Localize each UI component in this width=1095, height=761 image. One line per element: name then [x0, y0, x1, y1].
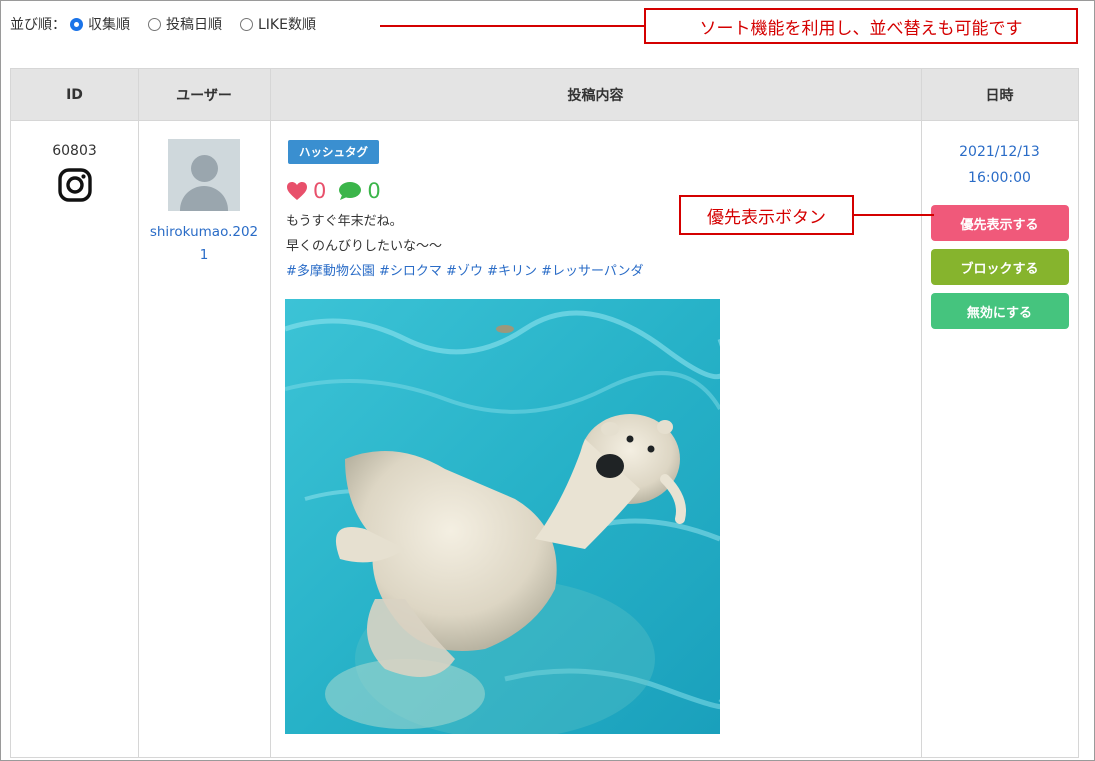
sort-bar: 並び順： 収集順 投稿日順 LIKE数順 [10, 12, 334, 36]
cell-user: shirokumao.2021 [138, 121, 270, 267]
sort-option-post-date[interactable]: 投稿日順 [148, 14, 222, 34]
sort-label: 並び順： [10, 17, 66, 33]
cell-id: 60803 [11, 121, 138, 203]
instagram-icon [57, 168, 92, 202]
comment-icon [339, 182, 362, 200]
priority-callout: 優先表示ボタン [679, 195, 854, 235]
post-hashtags[interactable]: #多摩動物公園 #シロクマ #ゾウ #キリン #レッサーパンダ [286, 259, 644, 284]
sort-option-label: LIKE数順 [258, 17, 316, 33]
sort-option-collected[interactable]: 収集順 [70, 14, 130, 34]
cell-datetime: 2021/12/13 16:00:00 優先表示する ブロックする 無効にする [921, 121, 1078, 329]
header-datetime: 日時 [985, 88, 1014, 104]
table-header: ID ユーザー 投稿内容 日時 [11, 69, 1078, 121]
post-table: ID ユーザー 投稿内容 日時 60803 shirokumao.2021 ハッ… [10, 68, 1079, 758]
header-user: ユーザー [176, 88, 232, 104]
priority-callout-line [854, 214, 934, 216]
sort-callout: ソート機能を利用し、並べ替えも可能です [644, 8, 1078, 44]
post-text-line: 早くのんびりしたいな〜〜 [286, 239, 443, 254]
sort-option-like-count[interactable]: LIKE数順 [240, 14, 316, 34]
avatar[interactable] [168, 139, 240, 211]
polar-bear-swimming-photo[interactable] [285, 299, 720, 734]
post-date: 2021/12/13 [959, 144, 1040, 160]
header-post-content: 投稿内容 [567, 88, 624, 104]
disable-button[interactable]: 無効にする [930, 293, 1069, 329]
post-id: 60803 [52, 143, 97, 159]
hashtag-badge: ハッシュタグ [288, 140, 379, 164]
post-stats: 0 0 [286, 179, 381, 203]
radio-selected-icon[interactable] [70, 17, 83, 31]
heart-icon [287, 182, 307, 200]
post-datetime: 2021/12/13 16:00:00 [921, 139, 1078, 191]
sort-option-label: 投稿日順 [166, 17, 222, 33]
block-button[interactable]: ブロックする [930, 249, 1069, 285]
priority-display-button[interactable]: 優先表示する [930, 205, 1069, 241]
avatar-body-shape [180, 186, 228, 211]
radio-unselected-icon[interactable] [148, 17, 161, 31]
sort-option-label: 収集順 [88, 17, 130, 33]
post-text-line: もうすぐ年末だね。 [286, 214, 403, 229]
post-text: もうすぐ年末だね。 早くのんびりしたいな〜〜 #多摩動物公園 #シロクマ #ゾウ… [286, 209, 644, 284]
username-link[interactable]: shirokumao.2021 [149, 221, 259, 267]
like-count: 0 [313, 179, 327, 203]
comment-count: 0 [367, 179, 381, 203]
avatar-head-shape [191, 155, 218, 182]
post-time: 16:00:00 [968, 170, 1031, 186]
sort-callout-line [380, 25, 644, 27]
column-divider [270, 69, 271, 757]
radio-unselected-icon[interactable] [240, 17, 253, 31]
header-id: ID [66, 87, 83, 103]
